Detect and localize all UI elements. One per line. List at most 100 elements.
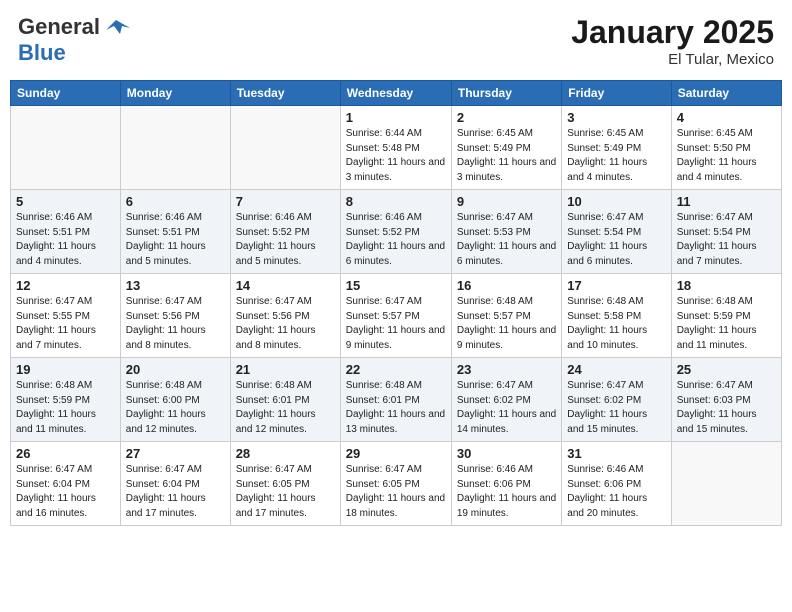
day-number: 22 <box>346 362 446 377</box>
day-number: 30 <box>457 446 556 461</box>
day-number: 15 <box>346 278 446 293</box>
calendar-day-cell: 18Sunrise: 6:48 AMSunset: 5:59 PMDayligh… <box>671 274 781 358</box>
day-info: Sunrise: 6:47 AMSunset: 5:56 PMDaylight:… <box>236 295 335 353</box>
day-number: 2 <box>457 110 556 125</box>
calendar-day-cell: 16Sunrise: 6:48 AMSunset: 5:57 PMDayligh… <box>451 274 561 358</box>
calendar-day-cell: 2 Sunrise: 6:45 AMSunset: 5:49 PMDaylight… <box>451 106 561 190</box>
calendar-day-cell: 20 Sunrise: 6:48 AMSunset: 6:00 PMDayligh… <box>120 358 230 442</box>
calendar-day-cell: 29 Sunrise: 6:47 AMSunset: 6:05 PMDayligh… <box>340 442 451 526</box>
day-number: 20 <box>126 362 225 377</box>
page-header: General Blue January 2025 El Tular, Mexi… <box>10 10 782 72</box>
day-info: Sunrise: 6:47 AMSunset: 6:05 PMDaylight:… <box>236 463 335 521</box>
day-info: Sunrise: 6:47 AMSunset: 6:02 PMDaylight:… <box>457 379 556 437</box>
calendar-day-cell: 5Sunrise: 6:46 AMSunset: 5:51 PMDaylight… <box>11 190 121 274</box>
location: El Tular, Mexico <box>571 51 774 68</box>
day-info: Sunrise: 6:46 AMSunset: 5:51 PMDaylight:… <box>126 211 225 269</box>
day-number: 19 <box>16 362 115 377</box>
calendar-day-cell: 8Sunrise: 6:46 AMSunset: 5:52 PMDaylight… <box>340 190 451 274</box>
weekday-header-row: SundayMondayTuesdayWednesdayThursdayFrid… <box>11 81 782 106</box>
day-info: Sunrise: 6:48 AMSunset: 6:01 PMDaylight:… <box>236 379 335 437</box>
calendar-day-cell <box>11 106 121 190</box>
day-number: 9 <box>457 194 556 209</box>
logo: General Blue <box>18 14 130 66</box>
calendar-day-cell: 12 Sunrise: 6:47 AMSunset: 5:55 PMDayligh… <box>11 274 121 358</box>
calendar-day-cell: 22 Sunrise: 6:48 AMSunset: 6:01 PMDayligh… <box>340 358 451 442</box>
calendar-week-row: 26 Sunrise: 6:47 AMSunset: 6:04 PMDayligh… <box>11 442 782 526</box>
logo-blue: Blue <box>18 40 66 65</box>
day-number: 4 <box>677 110 776 125</box>
calendar-day-cell: 17 Sunrise: 6:48 AMSunset: 5:58 PMDayligh… <box>562 274 671 358</box>
calendar-week-row: 19 Sunrise: 6:48 AMSunset: 5:59 PMDayligh… <box>11 358 782 442</box>
day-info: Sunrise: 6:45 AMSunset: 5:49 PMDaylight:… <box>457 127 556 185</box>
calendar-day-cell: 30 Sunrise: 6:46 AMSunset: 6:06 PMDayligh… <box>451 442 561 526</box>
weekday-header-tuesday: Tuesday <box>230 81 340 106</box>
day-number: 21 <box>236 362 335 377</box>
calendar-day-cell: 7 Sunrise: 6:46 AMSunset: 5:52 PMDaylight… <box>230 190 340 274</box>
day-info: Sunrise: 6:45 AMSunset: 5:49 PMDaylight:… <box>567 127 665 185</box>
day-number: 24 <box>567 362 665 377</box>
calendar-day-cell: 3 Sunrise: 6:45 AMSunset: 5:49 PMDaylight… <box>562 106 671 190</box>
day-number: 17 <box>567 278 665 293</box>
day-info: Sunrise: 6:46 AMSunset: 6:06 PMDaylight:… <box>567 463 665 521</box>
day-info: Sunrise: 6:46 AMSunset: 6:06 PMDaylight:… <box>457 463 556 521</box>
calendar-week-row: 1 Sunrise: 6:44 AMSunset: 5:48 PMDaylight… <box>11 106 782 190</box>
calendar-table: SundayMondayTuesdayWednesdayThursdayFrid… <box>10 80 782 526</box>
day-info: Sunrise: 6:48 AMSunset: 5:58 PMDaylight:… <box>567 295 665 353</box>
day-info: Sunrise: 6:48 AMSunset: 5:59 PMDaylight:… <box>677 295 776 353</box>
day-number: 8 <box>346 194 446 209</box>
day-info: Sunrise: 6:47 AMSunset: 6:05 PMDaylight:… <box>346 463 446 521</box>
day-info: Sunrise: 6:48 AMSunset: 6:00 PMDaylight:… <box>126 379 225 437</box>
weekday-header-sunday: Sunday <box>11 81 121 106</box>
day-info: Sunrise: 6:47 AMSunset: 5:56 PMDaylight:… <box>126 295 225 353</box>
weekday-header-monday: Monday <box>120 81 230 106</box>
day-info: Sunrise: 6:47 AMSunset: 6:04 PMDaylight:… <box>126 463 225 521</box>
day-number: 6 <box>126 194 225 209</box>
day-number: 29 <box>346 446 446 461</box>
day-info: Sunrise: 6:48 AMSunset: 6:01 PMDaylight:… <box>346 379 446 437</box>
day-info: Sunrise: 6:45 AMSunset: 5:50 PMDaylight:… <box>677 127 776 185</box>
month-title: January 2025 <box>571 14 774 51</box>
weekday-header-wednesday: Wednesday <box>340 81 451 106</box>
day-number: 26 <box>16 446 115 461</box>
day-number: 31 <box>567 446 665 461</box>
day-number: 27 <box>126 446 225 461</box>
day-number: 13 <box>126 278 225 293</box>
day-info: Sunrise: 6:47 AMSunset: 5:54 PMDaylight:… <box>567 211 665 269</box>
day-number: 16 <box>457 278 556 293</box>
day-number: 12 <box>16 278 115 293</box>
calendar-day-cell: 10Sunrise: 6:47 AMSunset: 5:54 PMDayligh… <box>562 190 671 274</box>
title-area: January 2025 El Tular, Mexico <box>571 14 774 68</box>
day-info: Sunrise: 6:47 AMSunset: 6:03 PMDaylight:… <box>677 379 776 437</box>
day-info: Sunrise: 6:47 AMSunset: 5:57 PMDaylight:… <box>346 295 446 353</box>
day-number: 23 <box>457 362 556 377</box>
day-number: 11 <box>677 194 776 209</box>
day-info: Sunrise: 6:46 AMSunset: 5:52 PMDaylight:… <box>236 211 335 269</box>
weekday-header-saturday: Saturday <box>671 81 781 106</box>
calendar-day-cell: 21 Sunrise: 6:48 AMSunset: 6:01 PMDayligh… <box>230 358 340 442</box>
calendar-day-cell: 28Sunrise: 6:47 AMSunset: 6:05 PMDayligh… <box>230 442 340 526</box>
calendar-day-cell: 13 Sunrise: 6:47 AMSunset: 5:56 PMDayligh… <box>120 274 230 358</box>
weekday-header-thursday: Thursday <box>451 81 561 106</box>
day-info: Sunrise: 6:47 AMSunset: 5:55 PMDaylight:… <box>16 295 115 353</box>
day-number: 25 <box>677 362 776 377</box>
day-number: 5 <box>16 194 115 209</box>
calendar-day-cell: 24Sunrise: 6:47 AMSunset: 6:02 PMDayligh… <box>562 358 671 442</box>
calendar-day-cell <box>230 106 340 190</box>
calendar-day-cell: 14 Sunrise: 6:47 AMSunset: 5:56 PMDayligh… <box>230 274 340 358</box>
logo-bird-icon <box>102 18 130 36</box>
calendar-day-cell: 19 Sunrise: 6:48 AMSunset: 5:59 PMDayligh… <box>11 358 121 442</box>
calendar-day-cell: 6 Sunrise: 6:46 AMSunset: 5:51 PMDaylight… <box>120 190 230 274</box>
calendar-day-cell: 9 Sunrise: 6:47 AMSunset: 5:53 PMDaylight… <box>451 190 561 274</box>
calendar-day-cell <box>671 442 781 526</box>
calendar-day-cell <box>120 106 230 190</box>
calendar-day-cell: 26 Sunrise: 6:47 AMSunset: 6:04 PMDayligh… <box>11 442 121 526</box>
day-info: Sunrise: 6:44 AMSunset: 5:48 PMDaylight:… <box>346 127 446 185</box>
day-number: 7 <box>236 194 335 209</box>
day-number: 3 <box>567 110 665 125</box>
day-info: Sunrise: 6:47 AMSunset: 5:53 PMDaylight:… <box>457 211 556 269</box>
day-info: Sunrise: 6:47 AMSunset: 6:04 PMDaylight:… <box>16 463 115 521</box>
day-info: Sunrise: 6:48 AMSunset: 5:59 PMDaylight:… <box>16 379 115 437</box>
calendar-week-row: 12 Sunrise: 6:47 AMSunset: 5:55 PMDayligh… <box>11 274 782 358</box>
day-number: 14 <box>236 278 335 293</box>
day-number: 1 <box>346 110 446 125</box>
